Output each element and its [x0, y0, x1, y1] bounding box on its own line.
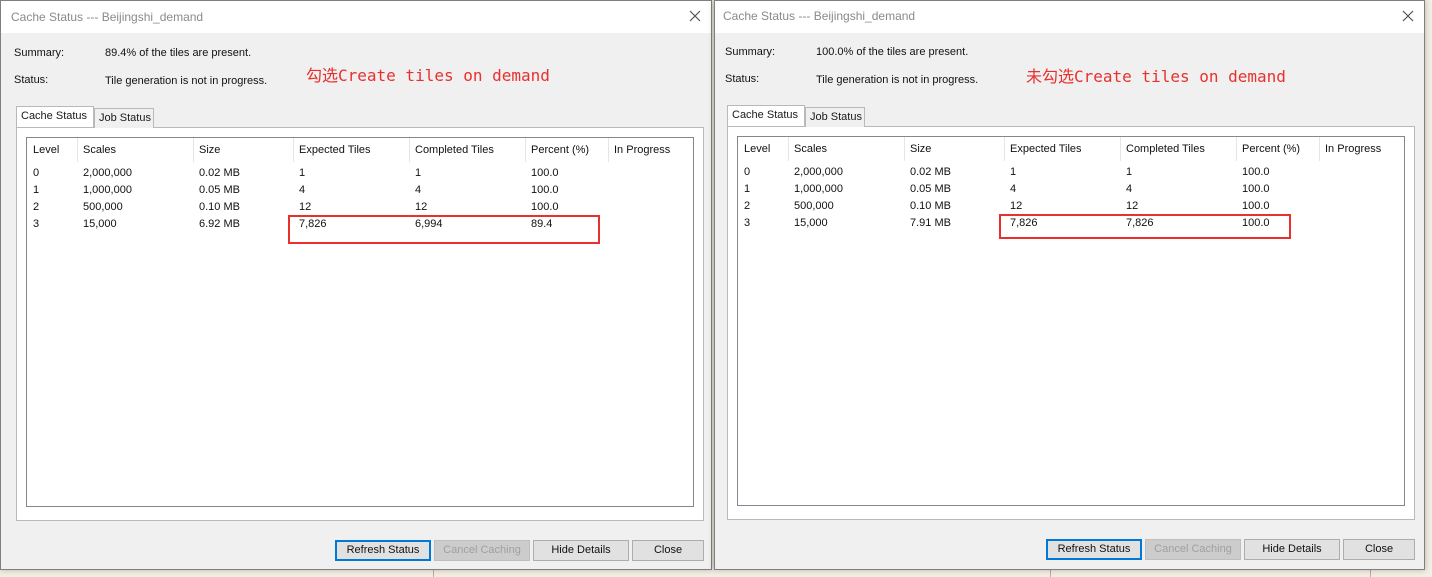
cell-percent: 100.0 — [1242, 200, 1270, 212]
column-header-scales[interactable]: Scales — [77, 138, 194, 162]
cell-completed: 12 — [415, 201, 428, 213]
cell-size: 6.92 MB — [199, 218, 240, 230]
cell-percent: 100.0 — [531, 167, 559, 179]
cell-level: 0 — [744, 166, 751, 178]
table-row[interactable]: 1 1,000,000 0.05 MB 4 4 100.0 — [27, 182, 693, 199]
cache-status-dialog-right: Cache Status --- Beijingshi_demand Summa… — [714, 0, 1425, 570]
cell-size: 0.05 MB — [910, 183, 951, 195]
dialog-body: Summary: 100.0% of the tiles are present… — [715, 33, 1424, 569]
status-label: Status: — [725, 73, 760, 85]
cell-scale: 500,000 — [83, 201, 123, 213]
close-icon[interactable] — [1400, 8, 1416, 24]
title-bar[interactable]: Cache Status --- Beijingshi_demand — [1, 1, 711, 33]
cell-level: 2 — [33, 201, 40, 213]
dialog-title: Cache Status --- Beijingshi_demand — [723, 9, 916, 23]
annotation-text: 勾选Create tiles on demand — [306, 66, 550, 85]
column-header-scales[interactable]: Scales — [788, 137, 905, 161]
cell-scale: 1,000,000 — [83, 184, 132, 196]
column-header-completed-tiles[interactable]: Completed Tiles — [1120, 137, 1237, 161]
column-header-level[interactable]: Level — [738, 137, 789, 161]
cell-completed: 4 — [415, 184, 422, 196]
column-header-level[interactable]: Level — [27, 138, 78, 162]
cell-scale: 1,000,000 — [794, 183, 843, 195]
table-row[interactable]: 0 2,000,000 0.02 MB 1 1 100.0 — [738, 164, 1404, 181]
column-header-expected-tiles[interactable]: Expected Tiles — [1004, 137, 1121, 161]
cell-size: 0.02 MB — [199, 167, 240, 179]
cell-expected: 1 — [299, 167, 306, 179]
cell-level: 0 — [33, 167, 40, 179]
cell-scale: 2,000,000 — [83, 167, 132, 179]
cell-scale: 15,000 — [83, 218, 117, 230]
highlight-box — [288, 215, 600, 244]
close-icon[interactable] — [687, 8, 703, 24]
cell-percent: 100.0 — [531, 184, 559, 196]
table-row[interactable]: 0 2,000,000 0.02 MB 1 1 100.0 — [27, 165, 693, 182]
column-header-completed-tiles[interactable]: Completed Tiles — [409, 138, 526, 162]
cell-percent: 100.0 — [1242, 183, 1270, 195]
title-bar[interactable]: Cache Status --- Beijingshi_demand — [715, 1, 1424, 33]
cell-percent: 100.0 — [531, 201, 559, 213]
cell-expected: 12 — [1010, 200, 1023, 212]
cell-scale: 15,000 — [794, 217, 828, 229]
table-row[interactable]: 1 1,000,000 0.05 MB 4 4 100.0 — [738, 181, 1404, 198]
column-header-percent[interactable]: Percent (%) — [1236, 137, 1320, 161]
cell-scale: 2,000,000 — [794, 166, 843, 178]
cell-size: 7.91 MB — [910, 217, 951, 229]
table-row[interactable]: 2 500,000 0.10 MB 12 12 100.0 — [738, 198, 1404, 215]
cell-size: 0.05 MB — [199, 184, 240, 196]
cache-status-table: Level Scales Size Expected Tiles Complet… — [26, 137, 694, 507]
table-row[interactable]: 2 500,000 0.10 MB 12 12 100.0 — [27, 199, 693, 216]
column-header-expected-tiles[interactable]: Expected Tiles — [293, 138, 410, 162]
cell-expected: 12 — [299, 201, 312, 213]
refresh-status-button[interactable]: Refresh Status — [335, 540, 431, 561]
cell-expected: 4 — [299, 184, 306, 196]
cell-size: 0.10 MB — [910, 200, 951, 212]
cell-completed: 1 — [1126, 166, 1133, 178]
cell-completed: 12 — [1126, 200, 1139, 212]
tab-job-status[interactable]: Job Status — [805, 107, 865, 127]
hide-details-button[interactable]: Hide Details — [533, 540, 629, 561]
cell-completed: 1 — [415, 167, 422, 179]
cancel-caching-button[interactable]: Cancel Caching — [434, 540, 530, 561]
dialog-body: Summary: 89.4% of the tiles are present.… — [1, 33, 711, 569]
status-label: Status: — [14, 74, 49, 86]
refresh-status-button[interactable]: Refresh Status — [1046, 539, 1142, 560]
tab-cache-status[interactable]: Cache Status — [16, 106, 94, 127]
column-header-percent[interactable]: Percent (%) — [525, 138, 609, 162]
tab-cache-status[interactable]: Cache Status — [727, 105, 805, 126]
status-value: Tile generation is not in progress. — [105, 75, 268, 87]
cell-level: 3 — [33, 218, 40, 230]
cell-level: 3 — [744, 217, 751, 229]
cell-level: 1 — [744, 183, 751, 195]
cancel-caching-button[interactable]: Cancel Caching — [1145, 539, 1241, 560]
highlight-box — [999, 214, 1291, 239]
cell-level: 1 — [33, 184, 40, 196]
close-button[interactable]: Close — [1343, 539, 1415, 560]
summary-label: Summary: — [725, 46, 776, 58]
hide-details-button[interactable]: Hide Details — [1244, 539, 1340, 560]
summary-value: 100.0% of the tiles are present. — [816, 46, 969, 58]
cache-status-table: Level Scales Size Expected Tiles Complet… — [737, 136, 1405, 506]
cell-size: 0.02 MB — [910, 166, 951, 178]
column-header-size[interactable]: Size — [193, 138, 294, 162]
column-header-in-progress[interactable]: In Progress — [608, 138, 694, 162]
close-button[interactable]: Close — [632, 540, 704, 561]
cell-percent: 100.0 — [1242, 166, 1270, 178]
status-value: Tile generation is not in progress. — [816, 74, 979, 86]
tab-job-status[interactable]: Job Status — [94, 108, 154, 128]
summary-value: 89.4% of the tiles are present. — [105, 47, 252, 59]
cell-level: 2 — [744, 200, 751, 212]
cell-completed: 4 — [1126, 183, 1133, 195]
cell-expected: 4 — [1010, 183, 1017, 195]
column-header-size[interactable]: Size — [904, 137, 1005, 161]
cell-expected: 1 — [1010, 166, 1017, 178]
cell-scale: 500,000 — [794, 200, 834, 212]
annotation-text: 未勾选Create tiles on demand — [1026, 67, 1286, 86]
summary-label: Summary: — [14, 47, 65, 59]
cache-status-dialog-left: Cache Status --- Beijingshi_demand Summa… — [0, 0, 712, 570]
cell-size: 0.10 MB — [199, 201, 240, 213]
dialog-title: Cache Status --- Beijingshi_demand — [11, 10, 204, 24]
column-header-in-progress[interactable]: In Progress — [1319, 137, 1405, 161]
